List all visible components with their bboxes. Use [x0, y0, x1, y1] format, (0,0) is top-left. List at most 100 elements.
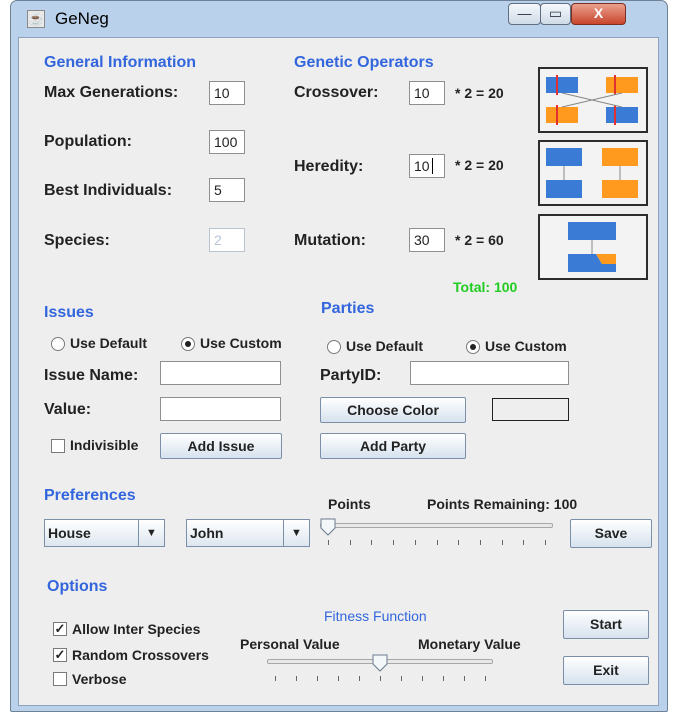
main-panel: General Information Max Generations: 10 … — [18, 37, 659, 706]
general-information-heading: General Information — [44, 54, 197, 71]
slider-tick — [485, 676, 486, 681]
issue-select[interactable]: House ▼ — [44, 519, 165, 547]
slider-tick — [296, 676, 297, 681]
genetic-operators-heading: Genetic Operators — [294, 54, 434, 71]
text-caret — [431, 158, 433, 174]
best-individuals-field[interactable]: 5 — [209, 178, 245, 202]
choose-color-button[interactable]: Choose Color — [320, 397, 466, 423]
crossover-diagram — [538, 67, 648, 133]
species-field: 2 — [209, 228, 245, 252]
indivisible-label: Indivisible — [70, 437, 139, 453]
add-party-button[interactable]: Add Party — [320, 433, 466, 459]
issue-name-field[interactable] — [160, 361, 281, 385]
issues-heading: Issues — [44, 304, 94, 321]
save-button[interactable]: Save — [570, 519, 652, 548]
title-bar[interactable]: ☕ GeNeg — ▭ X — [11, 1, 667, 37]
mutation-formula: * 2 = 60 — [455, 232, 504, 248]
personal-value-label: Personal Value — [240, 636, 340, 652]
slider-tick — [437, 540, 438, 545]
add-issue-button[interactable]: Add Issue — [160, 433, 282, 459]
crossover-field[interactable]: 10 — [409, 81, 445, 105]
slider-tick — [415, 540, 416, 545]
max-generations-field[interactable]: 10 — [209, 81, 245, 105]
slider-tick — [380, 676, 381, 681]
slider-tick — [523, 540, 524, 545]
monetary-value-label: Monetary Value — [418, 636, 521, 652]
allow-inter-species-checkbox[interactable]: ✓ — [53, 622, 67, 636]
random-crossovers-label: Random Crossovers — [72, 647, 209, 663]
party-id-label: PartyID: — [320, 367, 382, 384]
parties-use-custom-radio[interactable] — [466, 340, 480, 354]
points-slider-ticks — [328, 540, 546, 548]
slider-tick — [393, 540, 394, 545]
fitness-slider[interactable] — [267, 652, 493, 686]
population-field[interactable]: 100 — [209, 130, 245, 154]
check-mark-icon: ✓ — [54, 621, 66, 636]
mutation-field[interactable]: 30 — [409, 228, 445, 252]
random-crossovers-checkbox[interactable]: ✓ — [53, 648, 67, 662]
slider-tick — [422, 676, 423, 681]
allow-inter-species-label: Allow Inter Species — [72, 621, 201, 637]
party-id-field[interactable] — [410, 361, 569, 385]
slider-tick — [359, 676, 360, 681]
verbose-label: Verbose — [72, 671, 127, 687]
slider-tick — [480, 540, 481, 545]
points-slider-thumb[interactable] — [320, 518, 336, 536]
best-individuals-label: Best Individuals: — [44, 182, 173, 199]
species-label: Species: — [44, 232, 110, 249]
slider-tick — [443, 676, 444, 681]
operators-total: Total: 100 — [453, 279, 518, 295]
slider-tick — [371, 540, 372, 545]
max-generations-label: Max Generations: — [44, 84, 179, 101]
mutation-label: Mutation: — [294, 232, 366, 249]
slider-tick — [545, 540, 546, 545]
start-button[interactable]: Start — [563, 610, 649, 639]
heredity-label: Heredity: — [294, 158, 364, 175]
issue-select-value: House — [48, 525, 91, 541]
options-heading: Options — [47, 578, 108, 595]
indivisible-checkbox[interactable] — [51, 439, 65, 453]
crossover-formula: * 2 = 20 — [455, 85, 504, 101]
java-coffee-icon: ☕ — [27, 10, 45, 28]
crossover-label: Crossover: — [294, 84, 379, 101]
heredity-formula: * 2 = 20 — [455, 157, 504, 173]
slider-tick — [401, 676, 402, 681]
verbose-checkbox[interactable] — [53, 672, 67, 686]
check-mark-icon: ✓ — [54, 647, 66, 662]
party-select[interactable]: John ▼ — [186, 519, 310, 547]
issue-value-label: Value: — [44, 401, 92, 418]
points-slider-track — [320, 523, 553, 528]
slider-tick — [458, 540, 459, 545]
preferences-heading: Preferences — [44, 487, 136, 504]
issues-use-custom-label: Use Custom — [200, 335, 282, 351]
close-button[interactable]: X — [571, 3, 626, 25]
issue-name-label: Issue Name: — [44, 367, 139, 384]
heredity-field[interactable]: 10 — [409, 154, 445, 178]
heredity-diagram — [538, 140, 648, 206]
points-label: Points — [328, 496, 371, 512]
slider-tick — [317, 676, 318, 681]
parties-use-default-radio[interactable] — [327, 340, 341, 354]
slider-tick — [338, 676, 339, 681]
issues-use-default-label: Use Default — [70, 335, 148, 351]
maximize-button[interactable]: ▭ — [540, 3, 571, 25]
parties-heading: Parties — [321, 300, 375, 317]
parties-use-custom-label: Use Custom — [485, 338, 567, 354]
fitness-slider-ticks — [275, 676, 486, 684]
points-slider[interactable] — [320, 516, 553, 550]
party-select-value: John — [190, 525, 224, 541]
exit-button[interactable]: Exit — [563, 656, 649, 685]
parties-use-default-label: Use Default — [346, 338, 424, 354]
issue-value-field[interactable] — [160, 397, 281, 421]
slider-tick — [275, 676, 276, 681]
fitness-function-label: Fitness Function — [324, 608, 427, 624]
fitness-slider-thumb[interactable] — [372, 654, 388, 672]
issues-use-default-radio[interactable] — [51, 337, 65, 351]
slider-tick — [350, 540, 351, 545]
chevron-down-icon[interactable]: ▼ — [283, 520, 309, 546]
population-label: Population: — [44, 133, 132, 150]
issues-use-custom-radio[interactable] — [181, 337, 195, 351]
party-color-swatch — [492, 398, 569, 421]
minimize-button[interactable]: — — [508, 3, 541, 25]
chevron-down-icon[interactable]: ▼ — [138, 520, 164, 546]
